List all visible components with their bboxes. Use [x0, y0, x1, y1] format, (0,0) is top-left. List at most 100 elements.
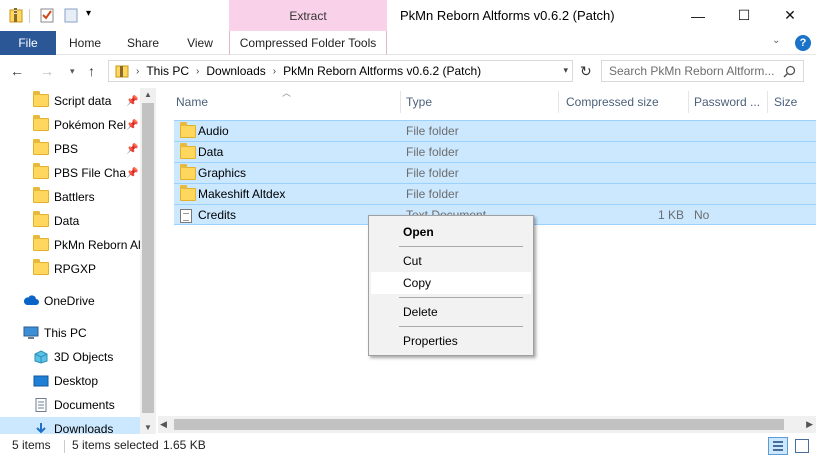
folder-zip-icon[interactable]: [9, 7, 23, 23]
table-row[interactable]: Data File folder: [174, 141, 816, 162]
document-icon: [33, 398, 49, 412]
item-count: 5 items: [12, 438, 51, 452]
scroll-down-icon[interactable]: ▼: [144, 423, 152, 432]
nav-item-script-data[interactable]: Script data 📌: [0, 89, 140, 113]
column-divider[interactable]: [558, 91, 559, 113]
ribbon-tabs: File Home Share View Compressed Folder T…: [0, 31, 816, 55]
column-divider[interactable]: [767, 91, 768, 113]
column-header-password[interactable]: Password ...: [694, 88, 760, 115]
table-row[interactable]: Audio File folder: [174, 120, 816, 141]
forward-arrow-icon[interactable]: →: [40, 63, 54, 79]
nav-item-downloads[interactable]: Downloads: [0, 417, 140, 434]
column-header-compressed-size[interactable]: Compressed size: [566, 88, 659, 115]
nav-item-documents[interactable]: Documents: [0, 393, 140, 417]
menu-item-cut[interactable]: Cut: [371, 250, 531, 272]
nav-item-label: PBS: [54, 142, 79, 156]
back-arrow-icon[interactable]: ←: [10, 63, 24, 79]
recent-locations-icon[interactable]: ▾: [70, 66, 75, 77]
folder-icon: [33, 115, 49, 132]
column-header-name[interactable]: Name: [176, 88, 208, 115]
breadcrumb-separator[interactable]: ›: [273, 66, 276, 77]
pin-icon[interactable]: 📌: [126, 120, 138, 131]
nav-item-pkmn-reborn[interactable]: PkMn Reborn Al: [0, 233, 140, 257]
scroll-up-icon[interactable]: ▲: [144, 90, 152, 99]
large-icons-view-icon[interactable]: [795, 439, 809, 453]
breadcrumb-this-pc[interactable]: This PC: [146, 64, 189, 78]
up-arrow-icon[interactable]: ↑: [88, 63, 95, 79]
scrollbar-thumb[interactable]: [142, 103, 154, 413]
pin-icon[interactable]: 📌: [126, 96, 138, 107]
expand-ribbon-icon[interactable]: ⌄: [772, 35, 780, 46]
folder-icon: [33, 187, 49, 204]
nav-item-pokemon[interactable]: Pokémon Rel 📌: [0, 113, 140, 137]
folder-icon: [180, 164, 196, 183]
table-row[interactable]: Graphics File folder: [174, 162, 816, 183]
nav-item-label: 3D Objects: [54, 350, 114, 364]
file-compressed-size: 1 KB: [658, 208, 685, 222]
menu-item-copy[interactable]: Copy: [371, 272, 531, 294]
menu-item-open[interactable]: Open: [371, 221, 531, 243]
help-icon[interactable]: ?: [795, 35, 811, 51]
nav-item-pbs[interactable]: PBS 📌: [0, 137, 140, 161]
nav-item-this-pc[interactable]: This PC: [0, 321, 140, 345]
tab-home[interactable]: Home: [62, 31, 108, 55]
folder-icon: [33, 163, 49, 180]
breadcrumb-separator[interactable]: ›: [136, 66, 139, 77]
navpane-scrollbar[interactable]: ▲ ▼: [140, 88, 156, 434]
nav-item-label: OneDrive: [44, 294, 95, 308]
tab-share[interactable]: Share: [120, 31, 166, 55]
breadcrumb-current-folder[interactable]: PkMn Reborn Altforms v0.6.2 (Patch): [283, 64, 481, 78]
divider: [64, 440, 65, 453]
pin-icon[interactable]: 📌: [126, 168, 138, 179]
nav-item-label: RPGXP: [54, 262, 97, 276]
maximize-button[interactable]: ☐: [721, 0, 767, 31]
nav-item-desktop[interactable]: Desktop: [0, 369, 140, 393]
text-document-icon: [180, 209, 192, 226]
search-input[interactable]: Search PkMn Reborn Altform...: [601, 60, 804, 82]
details-view-icon[interactable]: [768, 437, 788, 455]
nav-item-battlers[interactable]: Battlers: [0, 185, 140, 209]
table-row[interactable]: Makeshift Altdex File folder: [174, 183, 816, 204]
folder-icon: [180, 185, 196, 204]
refresh-icon[interactable]: ↻: [580, 63, 592, 80]
nav-item-label: Data: [54, 214, 80, 228]
search-icon[interactable]: [783, 65, 796, 81]
pin-icon[interactable]: 📌: [126, 144, 138, 155]
breadcrumb-separator[interactable]: ›: [196, 66, 199, 77]
nav-item-label: Pokémon Rel: [54, 118, 126, 132]
file-name: Graphics: [198, 166, 247, 180]
address-dropdown-icon[interactable]: ▾: [563, 65, 568, 76]
navigation-bar: ← → ▾ ↑ › This PC › Downloads › PkMn Reb…: [0, 55, 816, 88]
file-type: File folder: [406, 187, 459, 201]
nav-item-pbs-file-char[interactable]: PBS File Char 📌: [0, 161, 140, 185]
menu-item-properties[interactable]: Properties: [371, 330, 531, 352]
properties-icon[interactable]: [40, 7, 54, 23]
scrollbar-thumb[interactable]: [174, 419, 784, 430]
selected-size: 1.65 KB: [163, 438, 206, 452]
minimize-button[interactable]: —: [675, 0, 721, 31]
file-name: Makeshift Altdex: [198, 187, 286, 201]
close-button[interactable]: ✕: [767, 0, 813, 31]
nav-item-label: Documents: [54, 398, 115, 412]
tab-compressed-folder-tools[interactable]: Compressed Folder Tools: [229, 31, 387, 55]
nav-item-data[interactable]: Data: [0, 209, 140, 233]
scroll-left-icon[interactable]: ◀: [160, 419, 167, 430]
new-folder-icon[interactable]: [64, 7, 78, 23]
column-header-size[interactable]: Size: [774, 88, 797, 115]
tab-file[interactable]: File: [0, 31, 56, 55]
nav-item-3d-objects[interactable]: 3D Objects: [0, 345, 140, 369]
download-icon: [33, 422, 49, 434]
breadcrumb-downloads[interactable]: Downloads: [206, 64, 265, 78]
address-bar[interactable]: › This PC › Downloads › PkMn Reborn Altf…: [108, 60, 573, 82]
scroll-right-icon[interactable]: ▶: [806, 419, 813, 430]
tab-view[interactable]: View: [178, 31, 222, 55]
nav-item-label: Battlers: [54, 190, 95, 204]
column-divider[interactable]: [688, 91, 689, 113]
horizontal-scrollbar[interactable]: ◀ ▶: [158, 416, 816, 433]
nav-item-onedrive[interactable]: OneDrive: [0, 289, 140, 313]
nav-item-rpgxp[interactable]: RPGXP: [0, 257, 140, 281]
column-header-type[interactable]: Type: [406, 88, 432, 115]
column-divider[interactable]: [400, 91, 401, 113]
menu-item-delete[interactable]: Delete: [371, 301, 531, 323]
customize-quick-access-icon[interactable]: ▾: [86, 8, 91, 19]
